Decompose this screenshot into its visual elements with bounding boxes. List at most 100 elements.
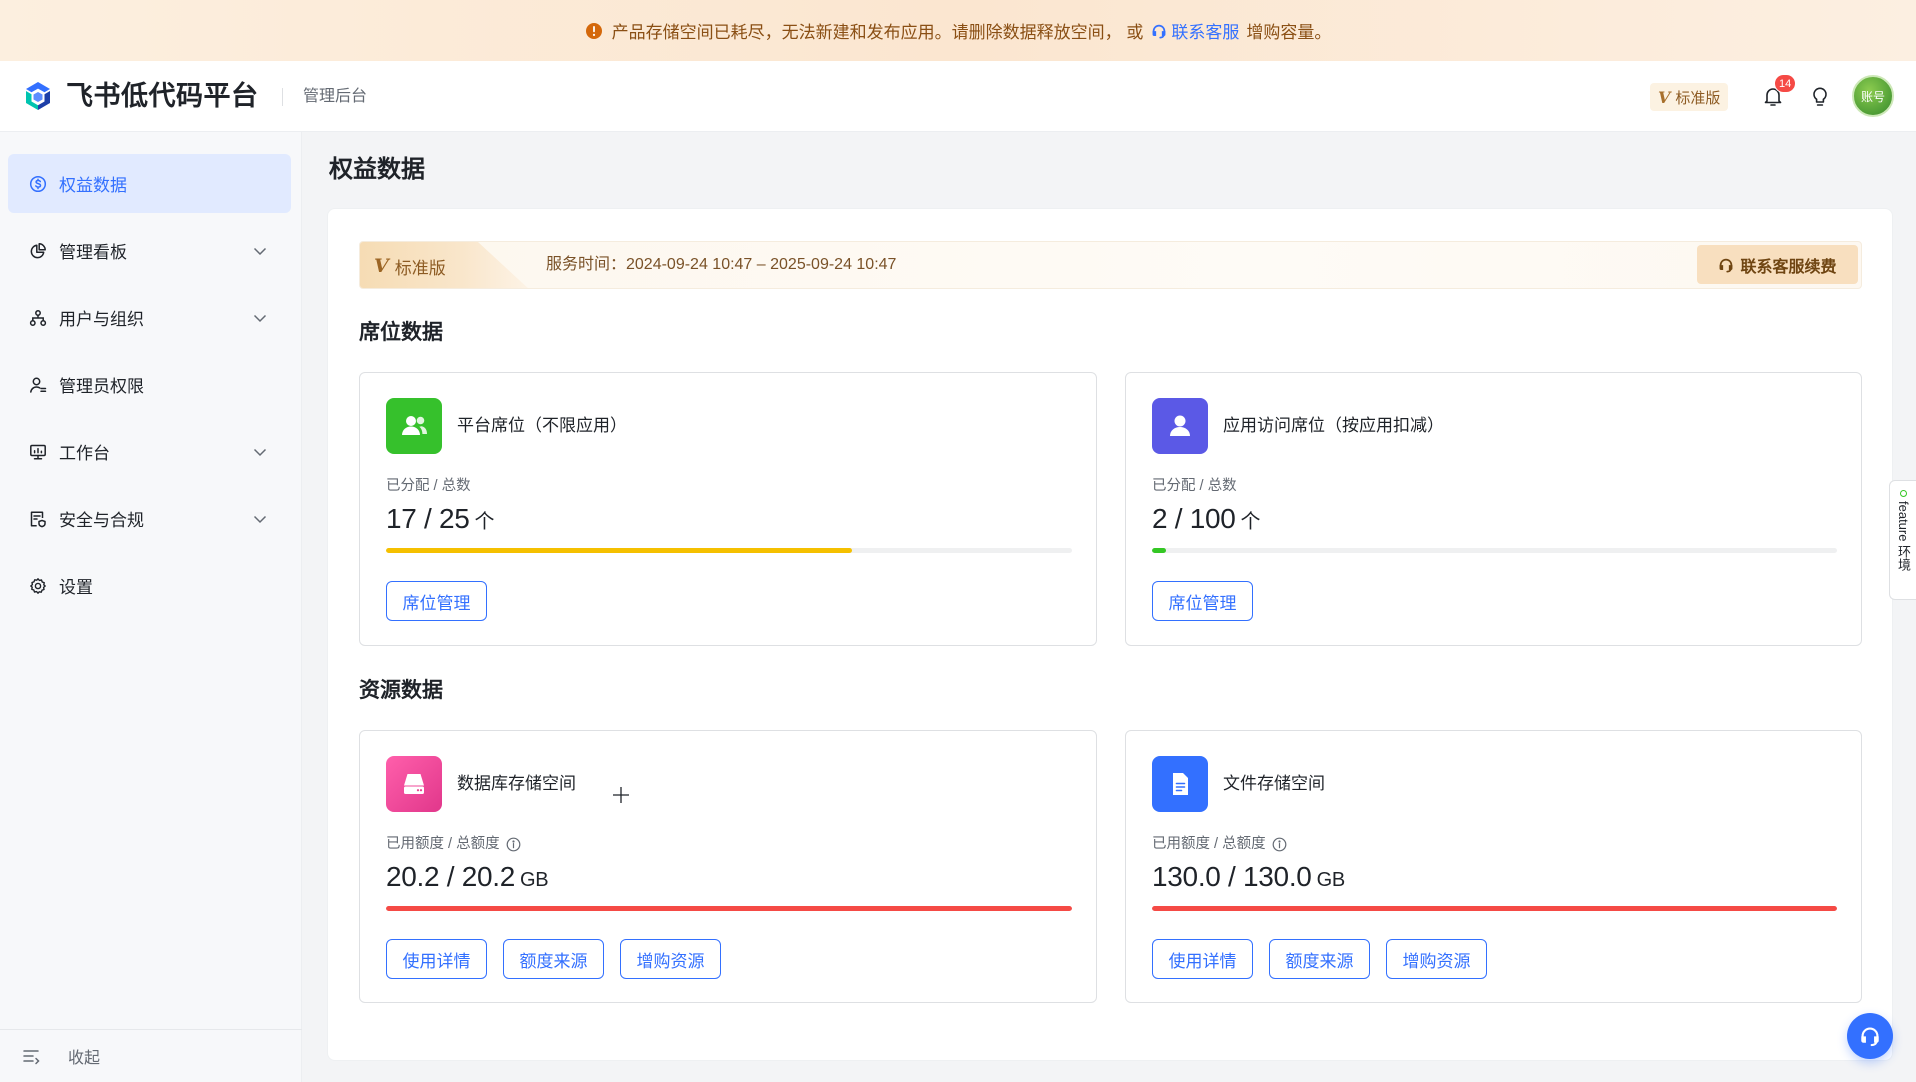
- sidebar-item-label: 管理看板: [59, 243, 127, 262]
- metric-label-text: 已用额度 / 总额度: [1152, 836, 1266, 852]
- sidebar-item-label: 设置: [59, 578, 93, 597]
- metric-label-text: 已分配 / 总数: [386, 478, 471, 494]
- card-title: 文件存储空间: [1223, 774, 1325, 793]
- metric-label-text: 已分配 / 总数: [1152, 478, 1237, 494]
- lightbulb-icon[interactable]: [1809, 85, 1831, 107]
- progress-track: [386, 906, 1072, 911]
- metric-label: 已用额度 / 总额度: [386, 834, 521, 854]
- metric-unit: 个: [1240, 511, 1261, 533]
- renew-button-label: 联系客服续费: [1740, 258, 1837, 276]
- metric-value: 2 / 100 个: [1152, 500, 1261, 541]
- collapse-sidebar-button[interactable]: 收起: [22, 1041, 100, 1071]
- file-storage-card: 文件存储空间 已用额度 / 总额度 130.0 / 130.0 GB 使用详情 额…: [1125, 730, 1862, 1003]
- chevron-down-icon[interactable]: [251, 443, 269, 461]
- sidebar-item-label: 管理员权限: [59, 377, 144, 396]
- usage-details-button[interactable]: 使用详情: [1152, 939, 1253, 979]
- quota-source-button[interactable]: 额度来源: [503, 939, 604, 979]
- metric-unit: 个: [474, 511, 495, 533]
- seat-management-button[interactable]: 席位管理: [386, 581, 487, 621]
- warning-circle-icon: [585, 22, 603, 40]
- contact-support-label[interactable]: 联系客服: [1171, 18, 1239, 43]
- top-header: 飞书低代码平台 管理后台 V 标准版 14 账号: [0, 61, 1916, 132]
- card-actions: 使用详情 额度来源 增购资源: [1152, 939, 1487, 979]
- avatar-label: 账号: [1860, 89, 1885, 104]
- seat-management-button[interactable]: 席位管理: [1152, 581, 1253, 621]
- chevron-down-icon[interactable]: [251, 309, 269, 327]
- sidebar-item-label: 安全与合规: [59, 511, 144, 530]
- plan-label: 标准版: [394, 258, 446, 278]
- usage-details-button[interactable]: 使用详情: [386, 939, 487, 979]
- metric-label: 已用额度 / 总额度: [1152, 834, 1287, 854]
- metric-value: 130.0 / 130.0 GB: [1152, 858, 1345, 899]
- card-actions: 席位管理: [386, 581, 487, 621]
- feature-environment-tab[interactable]: feature 环境: [1889, 480, 1916, 600]
- notification-count-badge: 14: [1774, 74, 1797, 93]
- quota-source-button[interactable]: 额度来源: [1269, 939, 1370, 979]
- info-circle-icon[interactable]: [506, 837, 521, 852]
- metric-value: 17 / 25 个: [386, 500, 495, 541]
- dollar-circle-icon: [28, 174, 48, 194]
- plan-badge-label: 标准版: [1675, 89, 1721, 107]
- renew-contact-button[interactable]: 联系客服续费: [1697, 245, 1858, 284]
- buy-resources-button[interactable]: 增购资源: [620, 939, 721, 979]
- chevron-down-icon[interactable]: [251, 242, 269, 260]
- sidebar-item-label: 工作台: [59, 444, 110, 463]
- app-title[interactable]: 飞书低代码平台: [66, 61, 259, 132]
- plan-info-bar: V 标准版 服务时间：2024-09-24 10:47 – 2025-09-24…: [359, 241, 1862, 289]
- crosshair-cursor-icon: [611, 785, 631, 805]
- progress-track: [386, 548, 1072, 553]
- metric-value-number: 2 / 100: [1152, 503, 1236, 534]
- card-title: 数据库存储空间: [457, 774, 576, 793]
- database-icon: [386, 756, 442, 812]
- sidebar-item-benefits-data[interactable]: 权益数据: [8, 154, 291, 213]
- admin-user-icon: [28, 375, 48, 395]
- progress-fill: [1152, 906, 1837, 911]
- users-icon: [386, 398, 442, 454]
- seat-section-title: 席位数据: [359, 321, 443, 344]
- metric-label: 已分配 / 总数: [1152, 476, 1237, 496]
- sidebar-item-dashboard[interactable]: 管理看板: [8, 221, 291, 280]
- help-support-button[interactable]: [1847, 1013, 1893, 1059]
- sidebar-divider: [0, 1029, 302, 1030]
- avatar[interactable]: 账号: [1852, 75, 1894, 117]
- headset-icon: [1151, 23, 1171, 39]
- contact-support-link[interactable]: 联系客服: [1151, 18, 1239, 43]
- card-actions: 席位管理: [1152, 581, 1253, 621]
- sidebar-item-admin-permissions[interactable]: 管理员权限: [8, 355, 291, 414]
- sidebar-item-label: 权益数据: [59, 176, 127, 195]
- service-time: 服务时间：2024-09-24 10:47 – 2025-09-24 10:47: [546, 256, 897, 273]
- app-logo-icon[interactable]: [22, 80, 54, 112]
- progress-track: [1152, 548, 1837, 553]
- storage-warning-banner: 产品存储空间已耗尽，无法新建和发布应用。请删除数据释放空间， 或 联系客服 增购…: [0, 0, 1916, 61]
- user-icon: [1152, 398, 1208, 454]
- plan-badge-mark: V: [1658, 87, 1671, 107]
- metric-value-number: 130.0 / 130.0: [1152, 861, 1312, 892]
- org-structure-icon: [28, 308, 48, 328]
- sidebar-item-users-and-org[interactable]: 用户与组织: [8, 288, 291, 347]
- app-access-seat-card: 应用访问席位（按应用扣减） 已分配 / 总数 2 / 100 个 席位管理: [1125, 372, 1862, 646]
- plan-badge[interactable]: V 标准版: [1650, 83, 1729, 111]
- plan-tag: V 标准版: [360, 242, 530, 288]
- progress-fill: [1152, 548, 1166, 553]
- chevron-down-icon[interactable]: [251, 510, 269, 528]
- benefits-panel: V 标准版 服务时间：2024-09-24 10:47 – 2025-09-24…: [327, 208, 1893, 1061]
- collapse-label: 收起: [68, 1050, 101, 1067]
- metric-unit: GB: [1316, 869, 1346, 891]
- sidebar-item-workbench[interactable]: 工作台: [8, 422, 291, 481]
- sidebar-item-security-compliance[interactable]: 安全与合规: [8, 489, 291, 548]
- database-storage-card: 数据库存储空间 已用额度 / 总额度 20.2 / 20.2 GB 使用详情 额度…: [359, 730, 1097, 1003]
- card-title: 平台席位（不限应用）: [457, 416, 627, 435]
- sidebar: 权益数据 管理看板 用户与组织 管理员权限 工作台 安全与合规 设置 收起: [0, 132, 302, 1082]
- gear-icon: [28, 576, 48, 596]
- sidebar-item-label: 用户与组织: [59, 310, 144, 329]
- progress-fill: [386, 548, 853, 553]
- headset-icon: [1718, 257, 1740, 273]
- banner-suffix: 增购容量。: [1246, 23, 1332, 42]
- progress-fill: [386, 906, 1072, 911]
- sidebar-item-settings[interactable]: 设置: [8, 556, 291, 615]
- info-circle-icon[interactable]: [1272, 837, 1287, 852]
- buy-resources-button[interactable]: 增购资源: [1386, 939, 1487, 979]
- plan-mark: V: [374, 255, 389, 277]
- metric-unit: GB: [520, 869, 549, 891]
- card-title: 应用访问席位（按应用扣减）: [1223, 416, 1444, 435]
